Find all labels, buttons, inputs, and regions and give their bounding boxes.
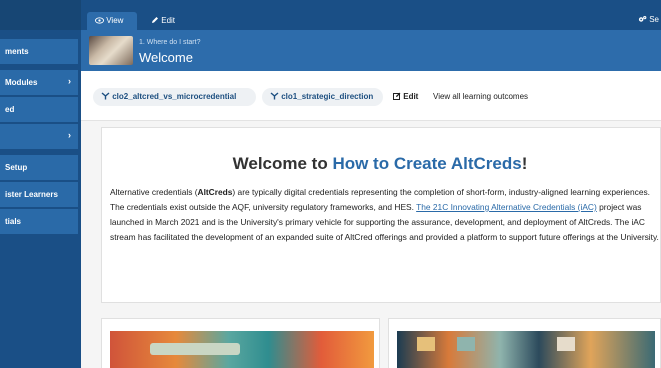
chevron-right-icon: › bbox=[68, 130, 71, 140]
content-card[interactable] bbox=[388, 318, 661, 368]
sidebar-item-label: Modules bbox=[5, 78, 38, 87]
welcome-heading-prefix: Welcome to bbox=[232, 154, 333, 173]
lesson-header: 1. Where do I start? Welcome bbox=[81, 30, 661, 71]
card-image bbox=[397, 331, 655, 368]
welcome-card: Welcome to How to Create AltCreds! Alter… bbox=[101, 127, 661, 303]
sidebar-item-label: ed bbox=[5, 105, 15, 114]
card-image-detail bbox=[557, 337, 575, 351]
sidebar-item-label: ments bbox=[5, 47, 29, 56]
eye-icon bbox=[95, 16, 106, 25]
card-image-detail bbox=[457, 337, 475, 351]
welcome-body: Alternative credentials (AltCreds) are t… bbox=[110, 185, 660, 245]
lesson-subtitle: 1. Where do I start? bbox=[139, 39, 201, 46]
tab-edit-label: Edit bbox=[161, 16, 176, 25]
card-image bbox=[110, 331, 374, 368]
outcome-pill-clo1[interactable]: clo1_strategic_direction bbox=[262, 88, 383, 106]
outcome-pill-label: clo2_altcred_vs_microcredential bbox=[112, 92, 237, 101]
settings-button[interactable]: Se bbox=[638, 15, 659, 24]
lesson-thumbnail bbox=[89, 36, 133, 65]
pencil-icon bbox=[151, 16, 161, 25]
sidebar-item-setup[interactable]: Setup bbox=[0, 155, 78, 181]
welcome-body-text: Alternative credentials ( bbox=[110, 187, 198, 197]
tab-edit[interactable]: Edit bbox=[143, 12, 195, 30]
sidebar-top bbox=[0, 0, 81, 30]
sidebar-item-label: Setup bbox=[5, 163, 28, 172]
chevron-right-icon: › bbox=[68, 76, 71, 86]
branch-icon bbox=[101, 92, 112, 101]
welcome-body-bold: AltCreds bbox=[197, 187, 233, 197]
welcome-heading-highlight: How to Create AltCreds bbox=[332, 154, 522, 173]
iac-project-link[interactable]: The 21C Innovating Alternative Credentia… bbox=[416, 202, 597, 212]
tab-view[interactable]: View bbox=[87, 12, 137, 30]
sidebar-item-modules[interactable]: Modules › bbox=[0, 70, 78, 96]
gear-icon bbox=[638, 15, 649, 24]
card-image-detail bbox=[150, 343, 240, 355]
edit-icon bbox=[393, 92, 403, 101]
sidebar-item-assessments[interactable]: ments bbox=[0, 39, 78, 65]
welcome-heading-suffix: ! bbox=[521, 154, 528, 173]
top-bar: View Edit Se bbox=[81, 0, 661, 30]
card-image-detail bbox=[417, 337, 435, 351]
outcome-pill-label: clo1_strategic_direction bbox=[281, 92, 374, 101]
edit-outcomes-link[interactable]: Edit bbox=[393, 92, 418, 101]
branch-icon bbox=[270, 92, 281, 101]
sidebar-item-label: ister Learners bbox=[5, 190, 58, 199]
content-card[interactable] bbox=[101, 318, 380, 368]
sidebar-item-register-learners[interactable]: ister Learners bbox=[0, 182, 78, 208]
tab-view-label: View bbox=[106, 16, 124, 25]
settings-label: Se bbox=[649, 15, 659, 24]
sidebar-item-credentials[interactable]: tials bbox=[0, 209, 78, 235]
edit-outcomes-label: Edit bbox=[403, 92, 419, 101]
lesson-title: Welcome bbox=[139, 50, 193, 65]
outcome-pill-clo2[interactable]: clo2_altcred_vs_microcredential bbox=[93, 88, 256, 106]
main-content: Welcome to How to Create AltCreds! Alter… bbox=[81, 121, 661, 368]
view-all-outcomes-link[interactable]: View all learning outcomes bbox=[433, 92, 528, 101]
sidebar-item-group[interactable]: › bbox=[0, 124, 78, 150]
sidebar-item-label: tials bbox=[5, 217, 22, 226]
sidebar: ments Modules › ed › Setup ister Learner… bbox=[0, 0, 81, 368]
learning-outcomes-bar: clo2_altcred_vs_microcredential clo1_str… bbox=[81, 71, 661, 121]
sidebar-item-ed[interactable]: ed bbox=[0, 97, 78, 123]
welcome-heading: Welcome to How to Create AltCreds! bbox=[102, 154, 658, 174]
